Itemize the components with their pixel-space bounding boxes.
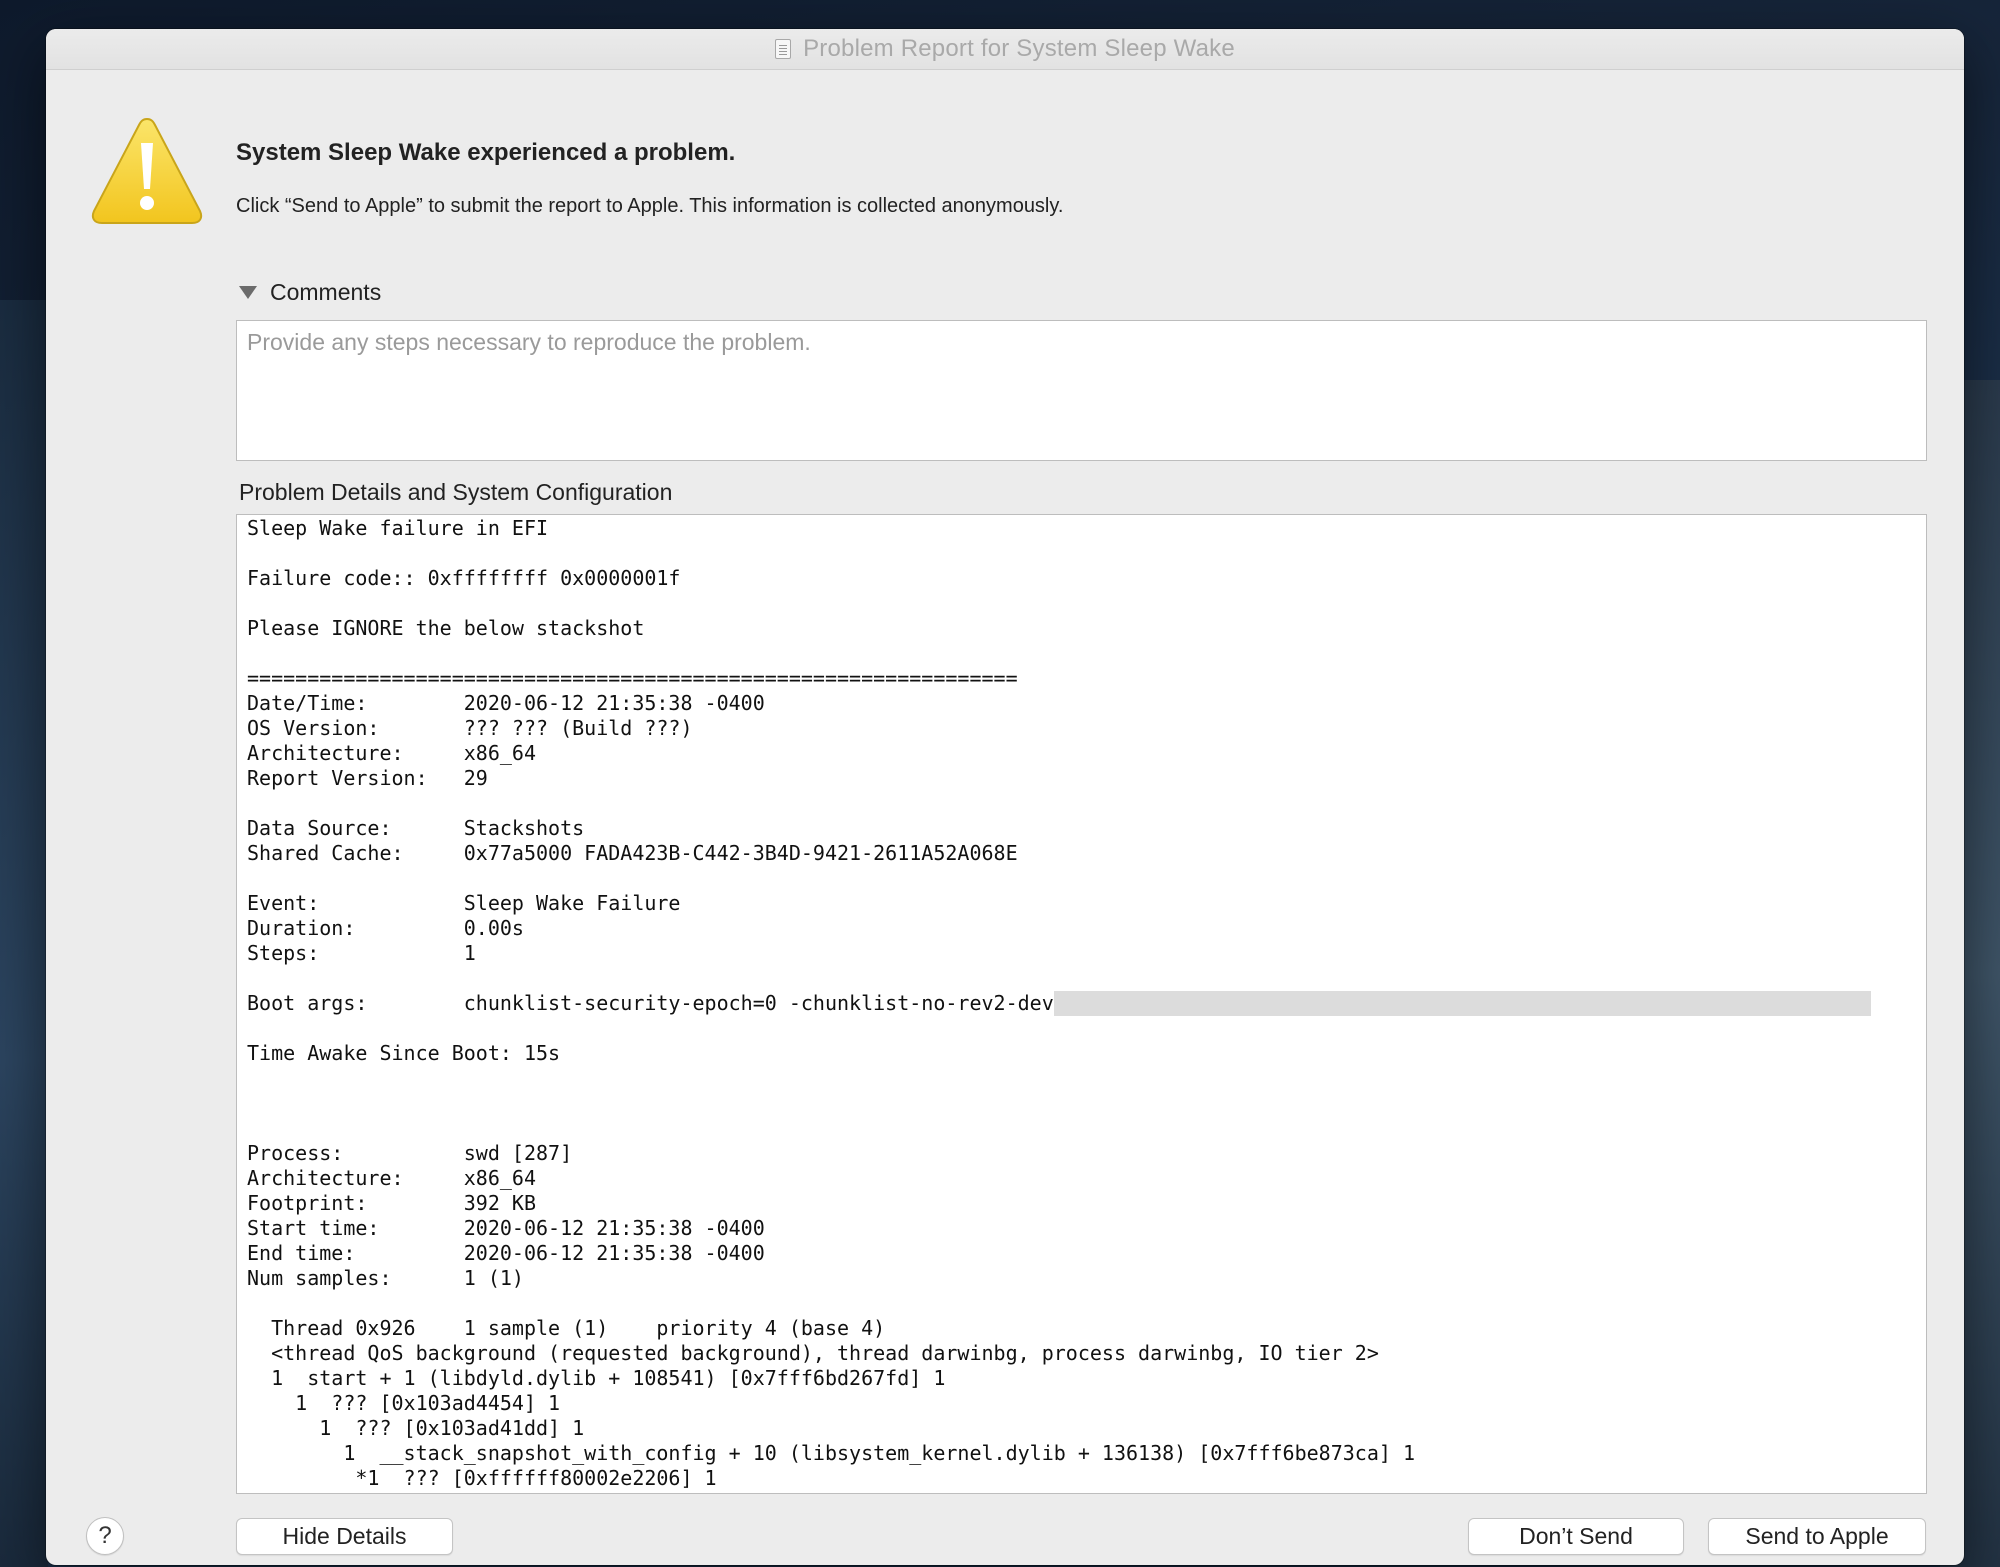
details-line: Steps: 1 <box>247 941 1916 966</box>
details-line-text: Steps: 1 <box>247 941 476 965</box>
details-line-text: Event: Sleep Wake Failure <box>247 891 681 915</box>
details-line: Sleep Wake failure in EFI <box>247 516 1916 541</box>
details-line-text: Failure code:: 0xffffffff 0x0000001f <box>247 566 681 590</box>
details-line-text: 1 ??? [0x103ad41dd] 1 <box>247 1416 585 1440</box>
details-line <box>247 1016 1916 1041</box>
details-line: <thread QoS background (requested backgr… <box>247 1341 1916 1366</box>
details-line-text: Boot args: chunklist-security-epoch=0 -c… <box>247 991 1054 1015</box>
details-line: End time: 2020-06-12 21:35:38 -0400 <box>247 1241 1916 1266</box>
comments-label: Comments <box>270 279 382 305</box>
details-line-text: Date/Time: 2020-06-12 21:35:38 -0400 <box>247 691 765 715</box>
dont-send-button[interactable]: Don’t Send <box>1468 1518 1684 1555</box>
details-line <box>247 791 1916 816</box>
problem-subtext: Click “Send to Apple” to submit the repo… <box>236 195 1064 217</box>
details-line: OS Version: ??? ??? (Build ???) <box>247 716 1916 741</box>
details-line <box>247 1091 1916 1116</box>
problem-report-window: Problem Report for System Sleep Wake Sys… <box>46 29 1964 1565</box>
warning-triangle-icon <box>91 117 203 224</box>
details-line: Num samples: 1 (1) <box>247 1266 1916 1291</box>
details-line: Time Awake Since Boot: 15s <box>247 1041 1916 1066</box>
details-line-text: Duration: 0.00s <box>247 916 524 940</box>
details-section-label: Problem Details and System Configuration <box>239 479 673 505</box>
details-line-text: OS Version: ??? ??? (Build ???) <box>247 716 693 740</box>
details-line: Duration: 0.00s <box>247 916 1916 941</box>
details-line <box>247 541 1916 566</box>
details-line: ========================================… <box>247 666 1916 691</box>
details-line: Thread 0x926 1 sample (1) priority 4 (ba… <box>247 1316 1916 1341</box>
details-line-text: Thread 0x926 1 sample (1) priority 4 (ba… <box>247 1316 886 1340</box>
details-line: *1 ??? [0xffffff80002e2206] 1 <box>247 1466 1916 1491</box>
details-line: 1 ??? [0x103ad4454] 1 <box>247 1391 1916 1416</box>
details-line: Date/Time: 2020-06-12 21:35:38 -0400 <box>247 691 1916 716</box>
details-line-text: Sleep Wake failure in EFI <box>247 516 549 540</box>
details-line-text: 1 start + 1 (libdyld.dylib + 108541) [0x… <box>247 1366 946 1390</box>
details-line-text: Shared Cache: 0x77a5000 FADA423B-C442-3B… <box>247 841 1018 865</box>
details-line: Please IGNORE the below stackshot <box>247 616 1916 641</box>
details-line <box>247 866 1916 891</box>
details-line-text: Start time: 2020-06-12 21:35:38 -0400 <box>247 1216 765 1240</box>
details-line-text: *1 ??? [0xffffff80002e2206] 1 <box>247 1466 717 1490</box>
details-line <box>247 1066 1916 1091</box>
details-line <box>247 641 1916 666</box>
window-title: Problem Report for System Sleep Wake <box>803 35 1235 62</box>
title-bar[interactable]: Problem Report for System Sleep Wake <box>46 29 1964 70</box>
details-line: Failure code:: 0xffffffff 0x0000001f <box>247 566 1916 591</box>
details-line <box>247 966 1916 991</box>
details-line-text: Please IGNORE the below stackshot <box>247 616 645 640</box>
details-line-text: End time: 2020-06-12 21:35:38 -0400 <box>247 1241 765 1265</box>
selection-highlight <box>1053 991 1871 1016</box>
desktop-wallpaper-left <box>0 300 48 1567</box>
details-line: 1 ??? [0x103ad41dd] 1 <box>247 1416 1916 1441</box>
details-line: Boot args: chunklist-security-epoch=0 -c… <box>247 991 1916 1016</box>
details-line-text: Time Awake Since Boot: 15s <box>247 1041 561 1065</box>
comments-input[interactable] <box>236 320 1927 461</box>
document-icon <box>775 39 792 59</box>
details-line: Architecture: x86_64 <box>247 741 1916 766</box>
details-line: Footprint: 392 KB <box>247 1191 1916 1216</box>
details-line-text: Data Source: Stackshots <box>247 816 585 840</box>
details-line-text: Footprint: 392 KB <box>247 1191 536 1215</box>
details-line: 1 __stack_snapshot_with_config + 10 (lib… <box>247 1441 1916 1466</box>
details-line: Report Version: 29 <box>247 766 1916 791</box>
details-line-text: <thread QoS background (requested backgr… <box>247 1341 1379 1365</box>
send-to-apple-button[interactable]: Send to Apple <box>1708 1518 1926 1555</box>
details-line: Start time: 2020-06-12 21:35:38 -0400 <box>247 1216 1916 1241</box>
details-line: Shared Cache: 0x77a5000 FADA423B-C442-3B… <box>247 841 1916 866</box>
disclosure-triangle-icon[interactable] <box>239 286 257 299</box>
details-line <box>247 1116 1916 1141</box>
comments-disclosure[interactable]: Comments <box>239 279 381 306</box>
details-line-text: Architecture: x86_64 <box>247 741 536 765</box>
details-line: Data Source: Stackshots <box>247 816 1916 841</box>
details-line-text: Process: swd [287] <box>247 1141 573 1165</box>
problem-details-text[interactable]: Sleep Wake failure in EFIFailure code:: … <box>236 514 1927 1494</box>
details-line: Process: swd [287] <box>247 1141 1916 1166</box>
details-line-text: 1 ??? [0x103ad4454] 1 <box>247 1391 561 1415</box>
problem-headline: System Sleep Wake experienced a problem. <box>236 139 736 166</box>
details-line <box>247 591 1916 616</box>
details-line: 1 start + 1 (libdyld.dylib + 108541) [0x… <box>247 1366 1916 1391</box>
details-line: Architecture: x86_64 <box>247 1166 1916 1191</box>
details-line-text: ========================================… <box>247 666 1018 690</box>
details-line-text: Architecture: x86_64 <box>247 1166 536 1190</box>
details-line-text: Num samples: 1 (1) <box>247 1266 524 1290</box>
details-line: Event: Sleep Wake Failure <box>247 891 1916 916</box>
help-button[interactable]: ? <box>86 1517 124 1555</box>
details-line <box>247 1291 1916 1316</box>
details-line-text: Report Version: 29 <box>247 766 488 790</box>
details-line-text: 1 __stack_snapshot_with_config + 10 (lib… <box>247 1441 1415 1465</box>
hide-details-button[interactable]: Hide Details <box>236 1518 453 1555</box>
